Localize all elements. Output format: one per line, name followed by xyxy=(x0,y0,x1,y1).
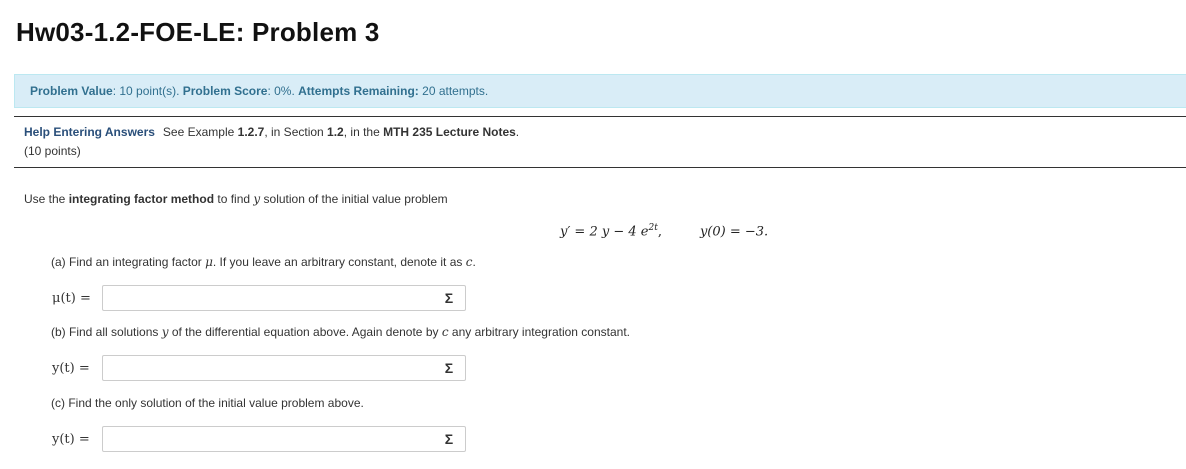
see-text: See Example xyxy=(162,125,238,139)
answer-c-field: Σ xyxy=(102,426,466,452)
sigma-icon[interactable]: Σ xyxy=(441,359,457,377)
example-ref: 1.2.7 xyxy=(237,125,265,139)
intro-text-c: solution of the initial value problem xyxy=(260,192,448,206)
bottom-divider xyxy=(14,167,1186,168)
part-b-prompt: (b) Find all solutions y of the differen… xyxy=(51,325,630,339)
part-b-variable: y xyxy=(161,325,169,339)
sigma-icon[interactable]: Σ xyxy=(441,289,457,307)
problem-intro: Use the integrating factor method to fin… xyxy=(24,192,448,206)
initial-condition: y(0) = −3. xyxy=(699,224,769,240)
answer-c-input[interactable] xyxy=(103,427,445,451)
part-b-text: (b) Find all solutions xyxy=(51,325,162,339)
intro-text-b: to find xyxy=(214,192,254,206)
answer-a-input[interactable] xyxy=(103,286,445,310)
part-b-constant: c xyxy=(441,325,449,339)
part-b-text2: of the differential equation above. Agai… xyxy=(168,325,442,339)
points-text: (10 points) xyxy=(24,144,81,158)
section-ref: 1.2 xyxy=(327,125,344,139)
answer-b-field: Σ xyxy=(102,355,466,381)
part-b-text3: any arbitrary integration constant. xyxy=(448,325,630,339)
problem-score-text: : 0%. xyxy=(267,84,299,98)
lecture-notes-ref: MTH 235 Lecture Notes xyxy=(383,125,516,139)
attempts-text: 20 attempts. xyxy=(418,84,489,98)
problem-info-bar: Problem Value: 10 point(s). Problem Scor… xyxy=(14,74,1186,108)
help-entering-answers-link[interactable]: Help Entering Answers xyxy=(24,125,155,139)
answer-a-label: μ(t) = xyxy=(52,291,91,306)
part-c-prompt: (c) Find the only solution of the initia… xyxy=(51,396,364,410)
part-a-prompt: (a) Find an integrating factor μ. If you… xyxy=(51,255,476,269)
intro-bold: integrating factor method xyxy=(68,192,215,206)
intro-text-a: Use the xyxy=(24,192,69,206)
attempts-label: Attempts Remaining: xyxy=(298,84,419,98)
part-a-end: . xyxy=(472,255,476,269)
in-section-text: , in Section xyxy=(264,125,328,139)
page-title: Hw03-1.2-FOE-LE: Problem 3 xyxy=(16,17,380,47)
top-divider xyxy=(14,116,1186,117)
answer-a-field: Σ xyxy=(102,285,466,311)
answer-c-label: y(t) = xyxy=(52,432,90,447)
answer-b-label: y(t) = xyxy=(52,361,90,376)
sigma-icon[interactable]: Σ xyxy=(441,430,457,448)
equation-exponent: 2t xyxy=(648,223,658,233)
part-a-variable: μ xyxy=(205,255,213,269)
in-the-text: , in the xyxy=(343,125,384,139)
ivp-equation: y′ = 2 y − 4 e2t, y(0) = −3. xyxy=(560,223,768,239)
answer-b-input[interactable] xyxy=(103,356,445,380)
problem-value-label: Problem Value xyxy=(30,84,113,98)
equation-lhs: y′ = 2 y − 4 e xyxy=(560,224,649,240)
part-a-text: (a) Find an integrating factor xyxy=(51,255,206,269)
problem-value-text: : 10 point(s). xyxy=(112,84,183,98)
part-a-text2: . If you leave an arbitrary constant, de… xyxy=(212,255,466,269)
help-end: . xyxy=(515,125,520,139)
problem-score-label: Problem Score xyxy=(182,84,268,98)
help-line: Help Entering Answers See Example 1.2.7, … xyxy=(24,125,519,139)
equation-comma: , xyxy=(657,224,662,240)
